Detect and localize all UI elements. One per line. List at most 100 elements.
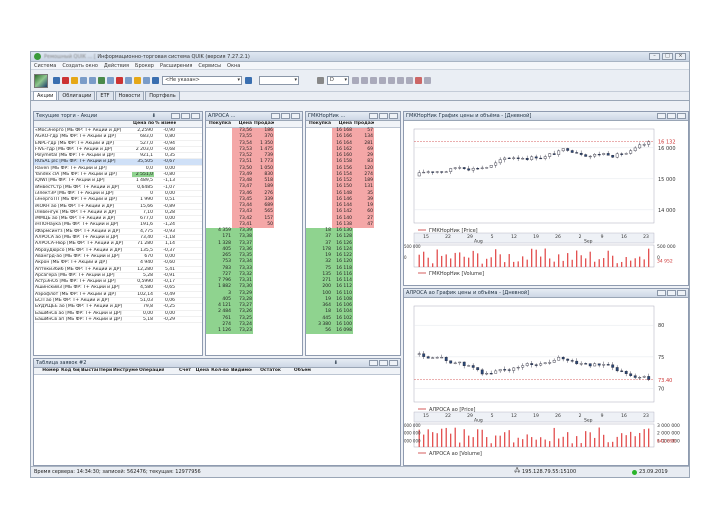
quik-logo-icon <box>34 53 41 60</box>
panel-minimize-button[interactable] <box>657 290 666 296</box>
menu-item[interactable]: Окна <box>227 63 240 69</box>
zoom-out-icon[interactable] <box>370 77 377 84</box>
panel-maximize-button[interactable] <box>181 113 190 119</box>
minimize-button[interactable]: – <box>649 53 660 60</box>
crosshair-icon[interactable] <box>352 77 359 84</box>
table-cell: 191,6 <box>140 222 153 228</box>
column-header[interactable]: Видимое <box>230 368 252 374</box>
candle <box>449 168 453 172</box>
window-title-blurred: Ремошный QUIK ... [ <box>44 53 96 60</box>
tab-item[interactable]: ETF <box>96 91 114 100</box>
tab-item[interactable]: Облигации <box>58 91 96 100</box>
last-volume-label: 642 890 <box>657 438 676 444</box>
column-header[interactable]: % измен.закр <box>154 121 176 127</box>
settings-icon[interactable] <box>424 77 431 84</box>
column-header: Покупка <box>308 121 331 126</box>
menu-item[interactable]: Расширения <box>160 63 192 69</box>
volume-bar <box>450 433 452 447</box>
panel-maximize-button[interactable] <box>667 290 676 296</box>
panel-close-button[interactable] <box>389 113 398 119</box>
chart-icon[interactable] <box>98 77 105 84</box>
menu-item[interactable]: Действия <box>104 63 129 69</box>
panel-maximize-button[interactable] <box>667 113 676 119</box>
panel-minimize-button[interactable] <box>171 113 180 119</box>
panel-close-button[interactable] <box>191 113 200 119</box>
grid-icon[interactable] <box>89 77 96 84</box>
diamond-icon[interactable] <box>415 77 422 84</box>
bars-icon[interactable] <box>317 77 324 84</box>
column-header[interactable]: Счет <box>164 368 192 374</box>
panel-minimize-button[interactable] <box>271 113 280 119</box>
text-icon[interactable] <box>406 77 413 84</box>
interval-combo[interactable]: D <box>327 76 349 85</box>
volume-bar <box>562 260 564 267</box>
panel-maximize-button[interactable] <box>281 113 290 119</box>
candle <box>467 365 471 367</box>
panel-close-button[interactable] <box>677 290 686 296</box>
x-tick-label: 22 <box>445 234 451 240</box>
column-header[interactable]: Номер <box>34 368 60 374</box>
print-icon[interactable] <box>143 77 150 84</box>
column-header[interactable]: Инструмент <box>112 368 138 374</box>
menu-item[interactable]: Создать окно <box>62 63 98 69</box>
download-icon[interactable]: ⬇ <box>152 113 156 119</box>
candle <box>417 353 421 355</box>
panel-minimize-button[interactable] <box>657 113 666 119</box>
volume-bar <box>594 437 596 447</box>
column-header[interactable]: Цена послед <box>132 121 154 127</box>
alert-icon[interactable] <box>116 77 123 84</box>
lightning-icon[interactable] <box>134 77 141 84</box>
chart-alrosa-svg[interactable]: 80757073.40АЛРОСА ао [Price]3 000 0002 0… <box>404 298 688 465</box>
table-cell: 0,28 <box>164 209 175 215</box>
column-header[interactable] <box>34 121 132 127</box>
column-header[interactable]: Кол-во <box>210 368 230 374</box>
column-header[interactable]: Остаток <box>252 368 282 374</box>
refresh-icon[interactable] <box>245 77 252 84</box>
connection-status-icon <box>632 469 637 475</box>
filter-icon[interactable] <box>125 77 132 84</box>
status-date: 23.09.2019 <box>639 469 668 475</box>
panel-minimize-button[interactable] <box>369 113 378 119</box>
arrow-right-icon[interactable] <box>53 77 60 84</box>
status-bar: Время сервера: 14:34:30; записей: 562476… <box>31 466 689 477</box>
tab-item[interactable]: Портфель <box>145 91 180 100</box>
panel-maximize-button[interactable] <box>379 360 388 366</box>
close-button[interactable]: × <box>675 53 686 60</box>
table-row[interactable]: БашИнСв ап [МБ ФР: Т+ Акции и ДР] 5,18 -0,… <box>34 317 202 324</box>
table-icon[interactable] <box>80 77 87 84</box>
candle <box>476 168 480 170</box>
gear-icon[interactable] <box>71 77 78 84</box>
column-header[interactable]: Объем <box>282 368 312 374</box>
search-combo[interactable] <box>259 76 299 85</box>
column-header[interactable]: Период <box>98 368 112 374</box>
buy-level-row[interactable]: 1 126 73,23 <box>206 328 302 335</box>
column-header[interactable]: Операция <box>138 368 164 374</box>
window-icon[interactable] <box>107 77 114 84</box>
download-icon[interactable]: ⬇ <box>334 360 338 366</box>
chart-gmk-svg[interactable]: 16 00015 00014 00016 132ГМКНорНик [Price… <box>404 121 688 285</box>
panel-close-button[interactable] <box>291 113 300 119</box>
zoom-in-icon[interactable] <box>361 77 368 84</box>
panel-minimize-button[interactable] <box>369 360 378 366</box>
line-icon[interactable] <box>388 77 395 84</box>
panel-maximize-button[interactable] <box>379 113 388 119</box>
volume-bar <box>576 436 578 447</box>
table-cell: 0,6485 <box>137 184 153 190</box>
tab-item[interactable]: Новости <box>114 91 145 100</box>
hand-icon[interactable] <box>379 77 386 84</box>
column-header[interactable]: Выставл <box>80 368 98 374</box>
column-header[interactable]: Код бирж <box>60 368 80 374</box>
order-icon[interactable] <box>62 77 69 84</box>
panel-close-button[interactable] <box>389 360 398 366</box>
panel-close-button[interactable] <box>677 113 686 119</box>
pencil-icon[interactable] <box>397 77 404 84</box>
account-combo[interactable]: <Не указан> <box>162 76 242 85</box>
buy-level-row[interactable]: 56 16 098 <box>306 328 400 335</box>
column-header[interactable]: Цена <box>192 368 210 374</box>
maximize-button[interactable]: □ <box>662 53 673 60</box>
candle <box>633 147 637 151</box>
menu-item[interactable]: Сервисы <box>198 63 221 69</box>
tab-item[interactable]: Акции <box>33 91 58 100</box>
menu-item[interactable]: Брокер <box>135 63 154 69</box>
menu-item[interactable]: Система <box>34 63 56 69</box>
